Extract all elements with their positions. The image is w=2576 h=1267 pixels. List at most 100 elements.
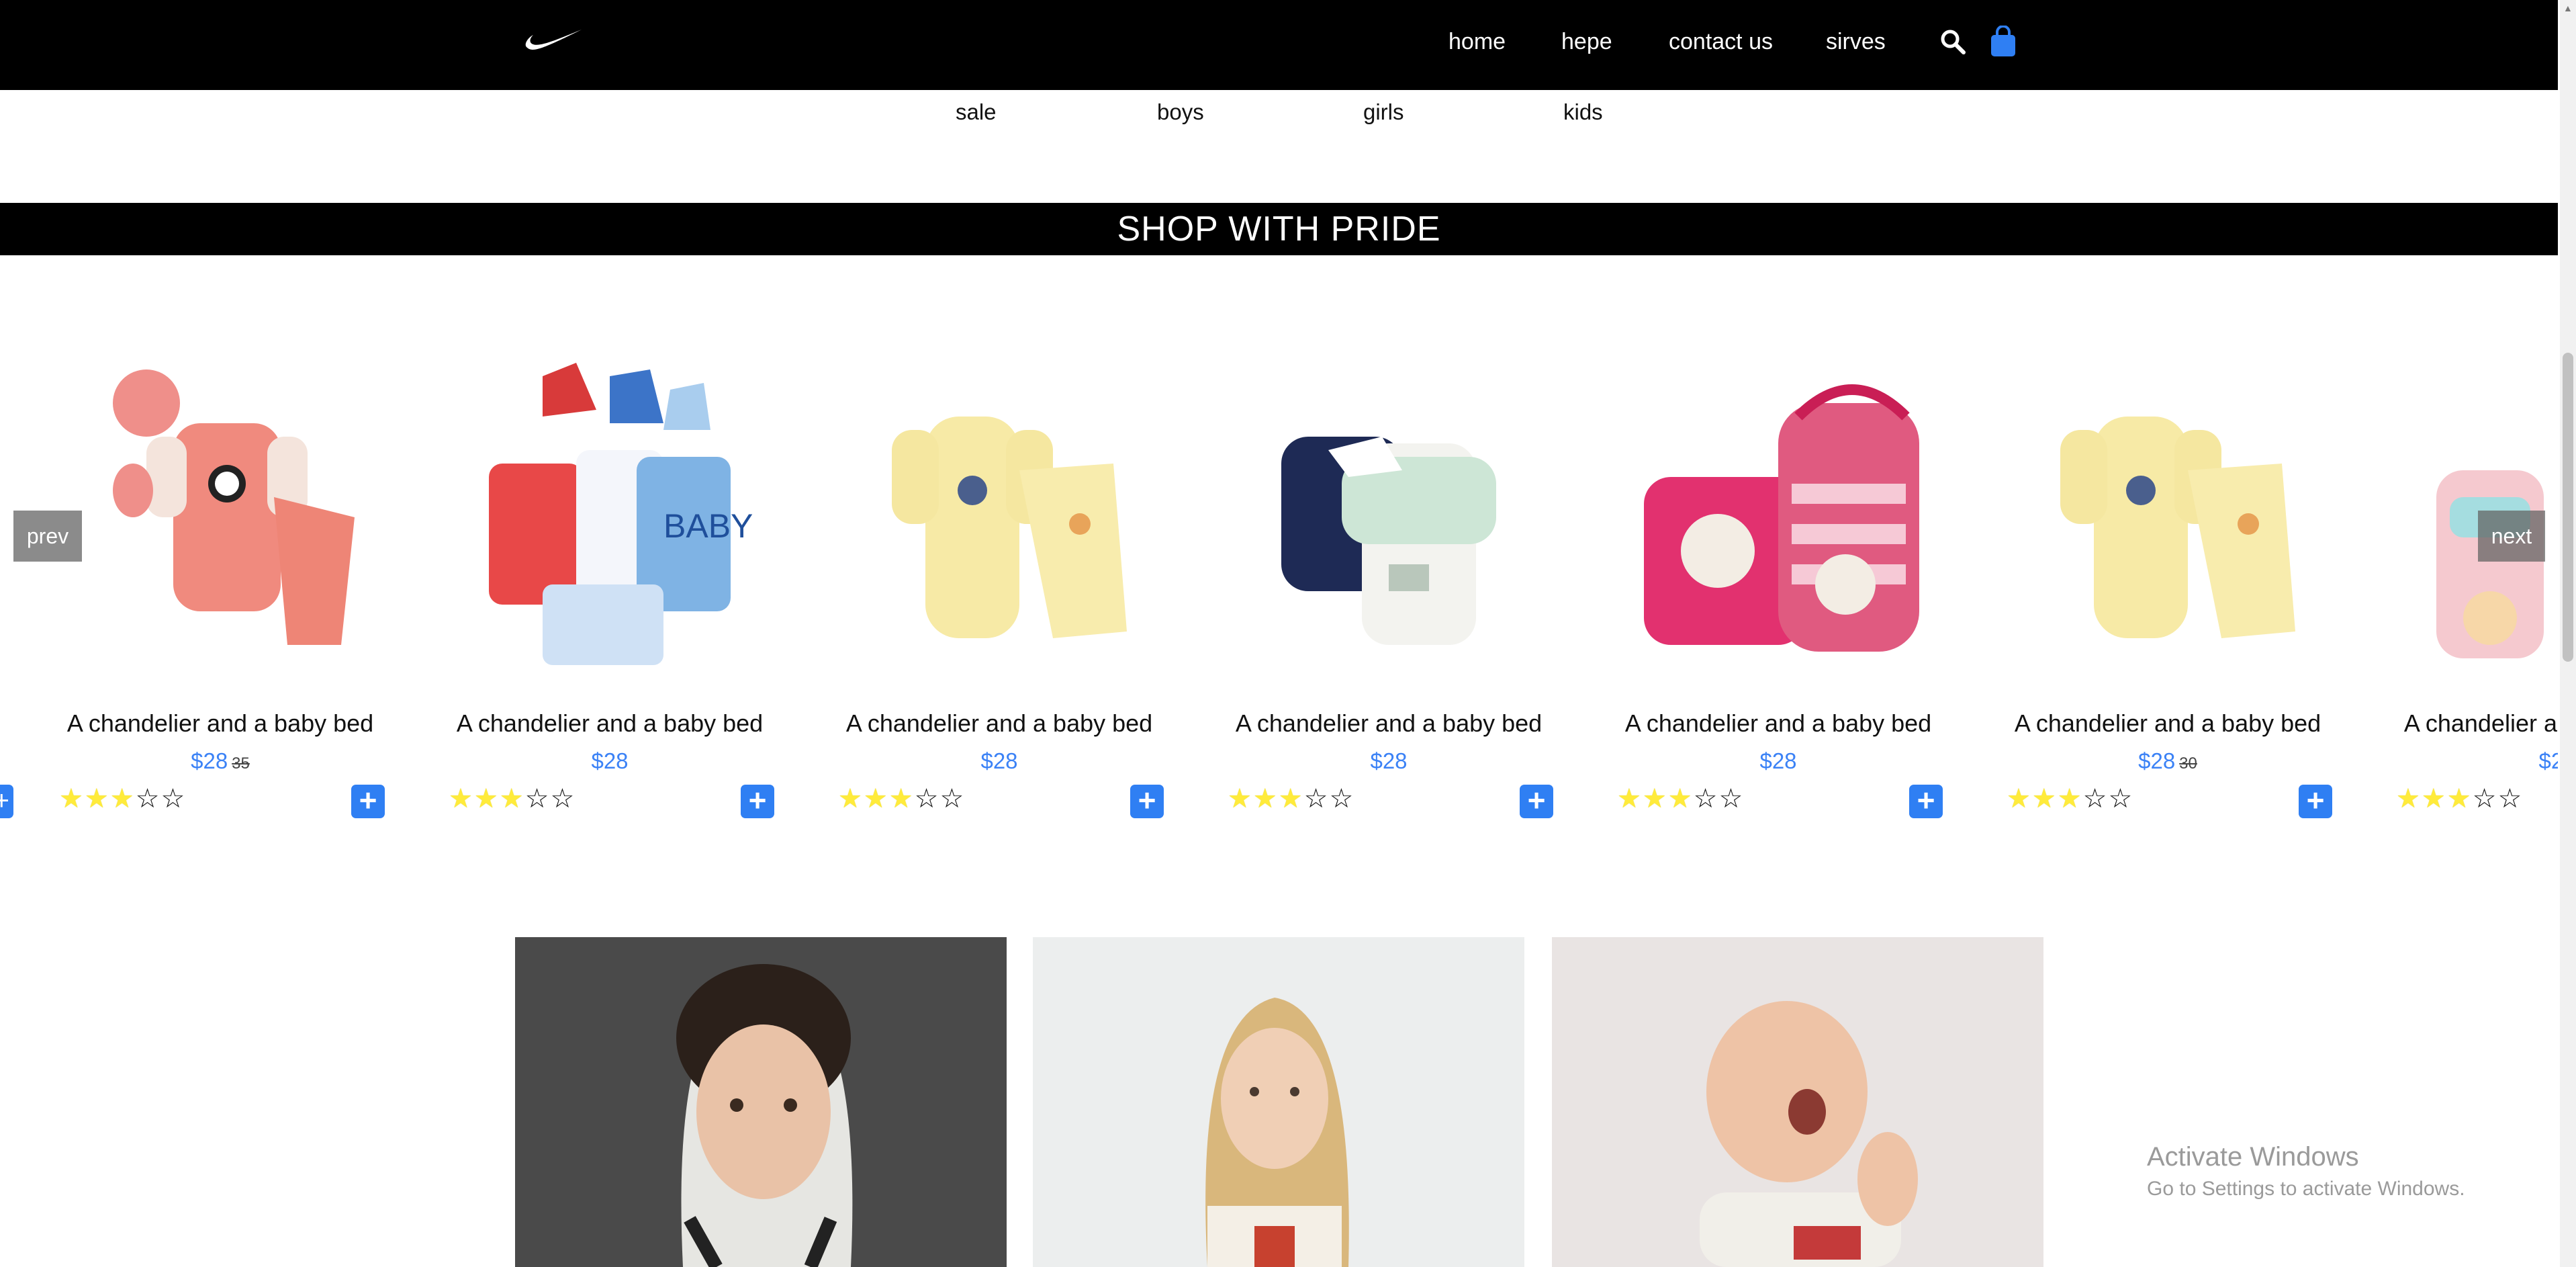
star-filled-icon: ★ bbox=[2031, 784, 2056, 814]
star-filled-icon: ★ bbox=[1617, 784, 1641, 814]
star-filled-icon: ★ bbox=[2396, 784, 2420, 814]
star-empty-icon: ☆ bbox=[939, 784, 964, 814]
product-image: BABY bbox=[489, 363, 753, 665]
product-card[interactable]: BABY A chandelier and a baby bed $28 ★★★… bbox=[435, 349, 784, 833]
product-image bbox=[113, 369, 355, 645]
rating-stars: ★★★☆☆ bbox=[1228, 783, 1354, 814]
girl-photo-image bbox=[1033, 937, 1524, 1267]
rating-stars: ★★★☆☆ bbox=[838, 783, 965, 814]
product-name[interactable]: A chandelier and a baby bed bbox=[2383, 709, 2558, 738]
section-banner: SHOP WITH PRIDE bbox=[0, 203, 2558, 255]
nav-hepe[interactable]: hepe bbox=[1561, 27, 1612, 56]
star-filled-icon: ★ bbox=[499, 784, 524, 814]
watermark-subtitle: Go to Settings to activate Windows. bbox=[2147, 1178, 2465, 1200]
star-filled-icon: ★ bbox=[1228, 784, 1252, 814]
product-card[interactable]: A chandelier and a baby bed $28 ★★★☆☆ + bbox=[825, 349, 1174, 833]
star-empty-icon: ☆ bbox=[524, 784, 549, 814]
nav-sirves[interactable]: sirves bbox=[1826, 27, 1886, 56]
vertical-scrollbar[interactable]: ▲ bbox=[2560, 0, 2576, 1267]
svg-text:BABY: BABY bbox=[663, 507, 753, 545]
star-filled-icon: ★ bbox=[863, 784, 888, 814]
star-empty-icon: ☆ bbox=[160, 784, 185, 814]
category-photo-girl[interactable] bbox=[1033, 937, 1524, 1267]
product-name[interactable]: A chandelier and a baby bed bbox=[825, 709, 1174, 738]
product-card[interactable]: A chandelier and a baby bed $28 ★★★☆☆ + bbox=[1214, 349, 1563, 833]
star-filled-icon: ★ bbox=[888, 784, 913, 814]
price-current: $28 bbox=[1759, 748, 1797, 773]
price-current: $25 bbox=[2538, 748, 2558, 773]
product-price: $28 bbox=[825, 748, 1174, 774]
add-to-cart-button[interactable]: + bbox=[2299, 785, 2332, 818]
add-to-cart-button[interactable]: + bbox=[351, 785, 385, 818]
star-filled-icon: ★ bbox=[84, 784, 109, 814]
product-price: $28 bbox=[1604, 748, 1953, 774]
search-icon[interactable] bbox=[1939, 28, 1966, 55]
nav-home[interactable]: home bbox=[1448, 27, 1506, 56]
star-filled-icon: ★ bbox=[1252, 784, 1277, 814]
add-to-cart-button[interactable]: + bbox=[1909, 785, 1943, 818]
star-filled-icon: ★ bbox=[1642, 784, 1667, 814]
star-filled-icon: ★ bbox=[2421, 784, 2446, 814]
add-to-cart-button[interactable]: + bbox=[1130, 785, 1164, 818]
product-name[interactable]: A chandelier and a baby bed bbox=[1993, 709, 2342, 738]
scrollbar-thumb[interactable] bbox=[2563, 353, 2573, 662]
star-empty-icon: ☆ bbox=[1693, 784, 1718, 814]
product-image bbox=[2060, 417, 2295, 638]
category-photo-boy[interactable] bbox=[515, 937, 1007, 1267]
rating-stars: ★★★☆☆ bbox=[59, 783, 186, 814]
add-to-cart-button[interactable]: + bbox=[741, 785, 774, 818]
product-name[interactable]: A chandelier and a baby bed bbox=[1604, 709, 1953, 738]
product-price: $25 bbox=[2383, 748, 2558, 774]
scroll-up-arrow-icon[interactable]: ▲ bbox=[2563, 3, 2573, 13]
rating-stars: ★★★☆☆ bbox=[1617, 783, 1744, 814]
star-filled-icon: ★ bbox=[1667, 784, 1692, 814]
price-current: $28 bbox=[591, 748, 629, 773]
subnav-boys[interactable]: boys bbox=[1157, 99, 1204, 125]
product-name[interactable]: A chandelier and a baby bed bbox=[1214, 709, 1563, 738]
product-name[interactable]: A chandelier and a baby bed bbox=[435, 709, 784, 738]
subnav-sale[interactable]: sale bbox=[956, 99, 997, 125]
product-card[interactable]: A chandelier and a baby bed $28 ★★★☆☆ + bbox=[1604, 349, 1953, 833]
shopping-bag-icon[interactable] bbox=[1989, 26, 2017, 58]
product-card[interactable]: A chandelier and a baby bed $28 30 ★★★☆☆ … bbox=[1993, 349, 2342, 833]
star-empty-icon: ☆ bbox=[1329, 784, 1354, 814]
product-price: $28 bbox=[435, 748, 784, 774]
product-price: $28 bbox=[1214, 748, 1563, 774]
subnav-girls[interactable]: girls bbox=[1363, 99, 1404, 125]
windows-activation-watermark: Activate Windows Go to Settings to activ… bbox=[2147, 1142, 2465, 1200]
star-filled-icon: ★ bbox=[473, 784, 498, 814]
star-filled-icon: ★ bbox=[1278, 784, 1303, 814]
category-photo-baby[interactable] bbox=[1552, 937, 2043, 1267]
product-image bbox=[1644, 384, 1919, 652]
product-image bbox=[1281, 437, 1496, 645]
price-old: 35 bbox=[232, 754, 250, 773]
star-empty-icon: ☆ bbox=[550, 784, 575, 814]
add-to-cart-button[interactable]: + bbox=[0, 785, 13, 818]
star-filled-icon: ★ bbox=[838, 784, 862, 814]
star-empty-icon: ☆ bbox=[2108, 784, 2133, 814]
product-card[interactable]: A chandelier and a baby bed $28 35 ★★★☆☆ … bbox=[46, 349, 395, 833]
carousel-next-button[interactable]: next bbox=[2478, 511, 2545, 562]
product-price: $28 30 bbox=[1993, 748, 2342, 774]
rating-stars: ★★★☆☆ bbox=[2396, 783, 2523, 814]
star-filled-icon: ★ bbox=[2446, 784, 2471, 814]
star-empty-icon: ☆ bbox=[1718, 784, 1743, 814]
subnav-kids[interactable]: kids bbox=[1563, 99, 1603, 125]
swoosh-logo[interactable] bbox=[525, 27, 583, 52]
price-current: $28 bbox=[191, 748, 228, 773]
watermark-title: Activate Windows bbox=[2147, 1142, 2359, 1172]
product-card[interactable]: A chandelier and a baby bed $25 ★★★☆☆ bbox=[2383, 349, 2558, 833]
price-current: $28 bbox=[980, 748, 1018, 773]
star-empty-icon: ☆ bbox=[2082, 784, 2107, 814]
product-price: $28 35 bbox=[46, 748, 395, 774]
product-image bbox=[892, 417, 1127, 638]
product-name[interactable]: A chandelier and a baby bed bbox=[46, 709, 395, 738]
star-filled-icon: ★ bbox=[2057, 784, 2082, 814]
carousel-prev-button[interactable]: prev bbox=[13, 511, 82, 562]
rating-stars: ★★★☆☆ bbox=[449, 783, 576, 814]
add-to-cart-button[interactable]: + bbox=[1520, 785, 1553, 818]
nav-contact-us[interactable]: contact us bbox=[1669, 27, 1773, 56]
star-empty-icon: ☆ bbox=[135, 784, 160, 814]
price-old: 30 bbox=[2179, 754, 2197, 773]
price-current: $28 bbox=[1370, 748, 1408, 773]
